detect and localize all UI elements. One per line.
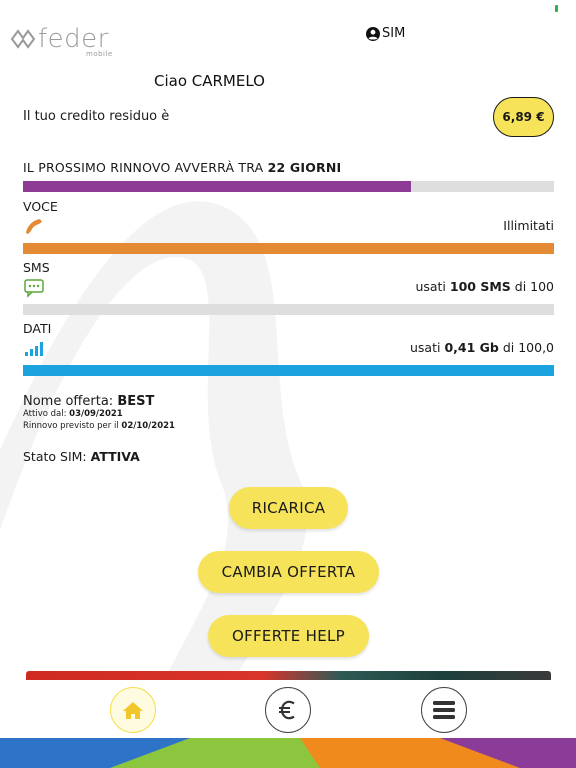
footer-decoration bbox=[0, 738, 576, 768]
credit-badge: 6,89 € bbox=[493, 97, 554, 137]
home-icon bbox=[123, 702, 143, 719]
logo-text: feder bbox=[38, 24, 109, 54]
sms-value: usati 100 SMS di 100 bbox=[415, 279, 554, 294]
feder-logo-icon bbox=[10, 29, 36, 49]
renewal-prefix: IL PROSSIMO RINNOVO AVVERRÀ TRA bbox=[23, 160, 268, 175]
renewal-text: IL PROSSIMO RINNOVO AVVERRÀ TRA 22 GIORN… bbox=[23, 160, 341, 175]
dati-value-bold: 0,41 Gb bbox=[444, 340, 499, 355]
voce-value: Illimitati bbox=[503, 218, 554, 233]
sim-state: Stato SIM: ATTIVA bbox=[23, 449, 140, 464]
dati-progress-bar bbox=[23, 365, 554, 376]
credit-label: Il tuo credito residuo è bbox=[23, 109, 170, 124]
recharge-button[interactable]: RICARICA bbox=[229, 487, 348, 529]
status-indicator bbox=[555, 5, 558, 12]
tab-credit[interactable] bbox=[265, 687, 311, 733]
offer-renewal-value: 02/10/2021 bbox=[121, 421, 175, 431]
sim-state-value: ATTIVA bbox=[90, 449, 140, 464]
user-circle-icon bbox=[366, 26, 380, 41]
offer-active-label: Attivo dal: bbox=[23, 409, 70, 419]
sms-progress-bar bbox=[23, 304, 554, 315]
greeting: Ciao CARMELO bbox=[154, 72, 265, 90]
sim-label: SIM bbox=[382, 26, 406, 41]
logo-subtext: mobile bbox=[86, 50, 113, 58]
voce-label: VOCE bbox=[23, 199, 58, 214]
header: feder mobile SIM bbox=[10, 26, 566, 60]
sms-icon bbox=[24, 279, 44, 298]
offer-renewal-date: Rinnovo previsto per il 02/10/2021 bbox=[23, 421, 175, 431]
feder-logo: feder bbox=[10, 26, 109, 52]
dati-value-suffix: di 100,0 bbox=[498, 340, 554, 355]
sim-selector[interactable]: SIM bbox=[366, 26, 405, 41]
bottom-tab-bar bbox=[0, 680, 576, 738]
voce-progress-bar bbox=[23, 243, 554, 254]
renewal-progress-fill bbox=[23, 181, 411, 192]
help-offers-button[interactable]: OFFERTE HELP bbox=[208, 615, 369, 657]
offer-active-since: Attivo dal: 03/09/2021 bbox=[23, 409, 123, 419]
tab-home[interactable] bbox=[110, 687, 156, 733]
offer-value: BEST bbox=[117, 394, 155, 409]
offer-name: Nome offerta: BEST bbox=[23, 394, 154, 409]
renewal-days: 22 GIORNI bbox=[267, 160, 342, 175]
sim-state-label: Stato SIM: bbox=[23, 449, 91, 464]
signal-icon bbox=[25, 342, 43, 356]
offer-label: Nome offerta: bbox=[23, 394, 118, 409]
phone-icon bbox=[26, 219, 42, 234]
offer-renewal-label: Rinnovo previsto per il bbox=[23, 421, 122, 431]
voce-progress-fill bbox=[23, 243, 554, 254]
euro-icon bbox=[279, 700, 295, 720]
change-offer-button[interactable]: CAMBIA OFFERTA bbox=[198, 551, 379, 593]
dati-value: usati 0,41 Gb di 100,0 bbox=[410, 340, 554, 355]
dati-label: DATI bbox=[23, 321, 52, 336]
renewal-progress-bar bbox=[23, 181, 554, 192]
sms-value-suffix: di 100 bbox=[510, 279, 554, 294]
tab-menu[interactable] bbox=[421, 687, 467, 733]
dati-progress-fill bbox=[23, 365, 554, 376]
promo-banner[interactable] bbox=[26, 671, 551, 680]
sms-value-prefix: usati bbox=[415, 279, 450, 294]
menu-icon bbox=[433, 701, 455, 719]
sms-value-bold: 100 SMS bbox=[449, 279, 511, 294]
sms-label: SMS bbox=[23, 260, 50, 275]
dati-value-prefix: usati bbox=[410, 340, 445, 355]
credit-value: 6,89 € bbox=[502, 110, 545, 124]
offer-active-date: 03/09/2021 bbox=[69, 409, 123, 419]
